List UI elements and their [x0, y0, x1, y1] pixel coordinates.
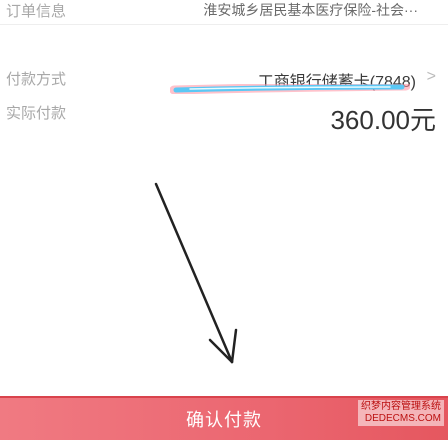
actual-payment-amount: 360.00元 [330, 105, 436, 135]
watermark: 织梦内容管理系统 DEDECMS.COM [358, 400, 444, 426]
watermark-line: 织梦内容管理系统 [361, 401, 441, 412]
chevron-right-icon[interactable]: > [427, 68, 436, 86]
order-info-value: 淮安城乡居民基本医疗保险-社会··· [203, 2, 418, 18]
payment-method-label: 付款方式 [6, 71, 67, 88]
actual-payment-label: 实际付款 [6, 105, 67, 122]
actual-payment-row: 实际付款 360.00元 [0, 100, 448, 140]
watermark-line: DEDECMS.COM [364, 413, 441, 424]
order-info-label: 订单信息 [6, 3, 67, 20]
order-info-row: 订单信息 淮安城乡居民基本医疗保险-社会··· [0, 0, 448, 22]
bottom-action-bar: 确认付款 织梦内容管理系统 DEDECMS.COM [0, 396, 448, 440]
divider [0, 24, 448, 25]
arrow-annotation-icon [154, 182, 238, 364]
payment-method-row[interactable]: 付款方式 工商银行储蓄卡(7848) > [0, 60, 448, 100]
highlight-stroke [170, 84, 410, 94]
